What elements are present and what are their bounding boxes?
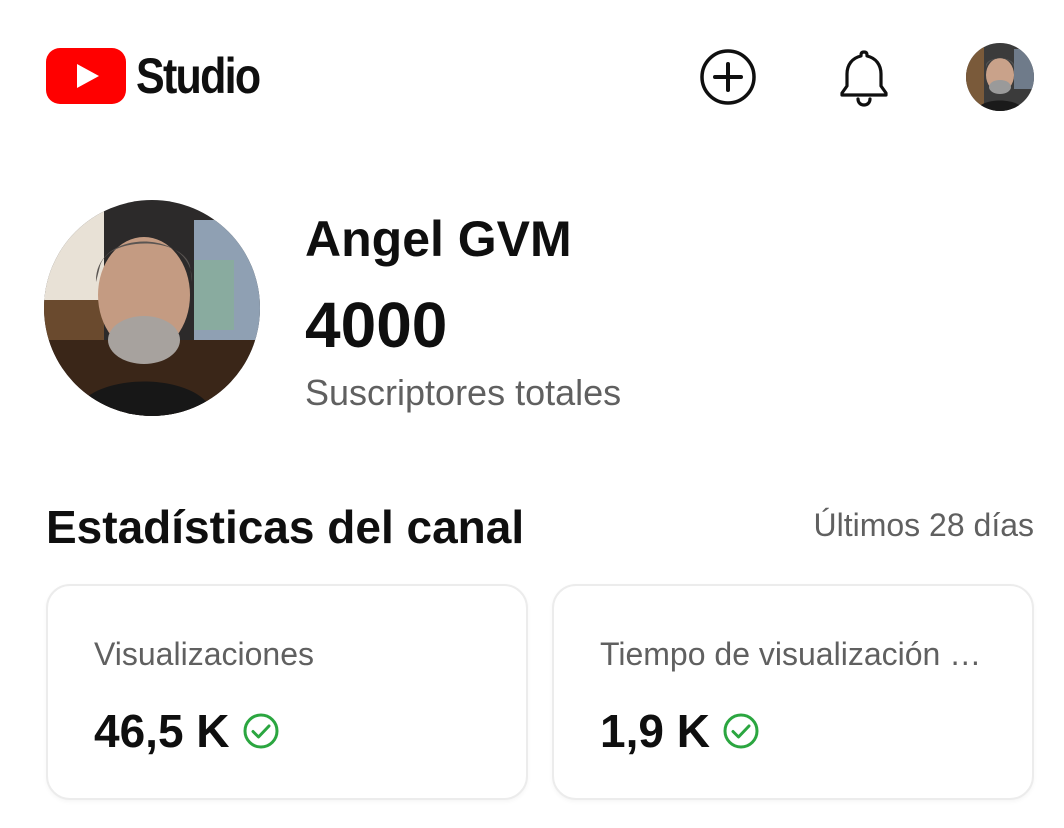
check-circle-icon (243, 713, 279, 749)
studio-logo[interactable]: Studio (46, 48, 280, 104)
studio-home: Studio Angel GVM 4000 Suscriptores total… (0, 0, 1064, 828)
card-value-row: 1,9 K (600, 704, 760, 758)
top-app-bar: Studio (0, 0, 1064, 150)
channel-avatar-photo (44, 200, 260, 416)
card-value-row: 46,5 K (94, 704, 280, 758)
card-value: 1,9 K (600, 705, 710, 757)
card-label: Visualizaciones (94, 636, 314, 672)
notifications-button[interactable] (832, 45, 896, 109)
subscriber-count: 4000 (305, 289, 448, 361)
bell-icon (840, 50, 888, 107)
subscriber-label: Suscriptores totales (305, 372, 622, 413)
app-name: Studio (136, 48, 261, 104)
card-value: 46,5 K (94, 705, 230, 757)
check-circle-icon (723, 713, 759, 749)
avatar-photo (966, 43, 1034, 111)
create-button[interactable] (696, 45, 760, 109)
create-plus-icon (700, 49, 756, 105)
youtube-play-icon (46, 48, 126, 104)
stats-period: Últimos 28 días (813, 507, 1034, 543)
card-label: Tiempo de visualización (horas) (600, 636, 990, 672)
channel-avatar[interactable] (44, 200, 260, 416)
channel-stats-title: Estadísticas del canal (46, 501, 525, 553)
account-avatar[interactable] (966, 43, 1034, 111)
watch-time-card[interactable]: Tiempo de visualización (horas) 1,9 K (552, 584, 1034, 800)
views-card[interactable]: Visualizaciones 46,5 K (46, 584, 528, 800)
channel-name: Angel GVM (305, 211, 572, 267)
